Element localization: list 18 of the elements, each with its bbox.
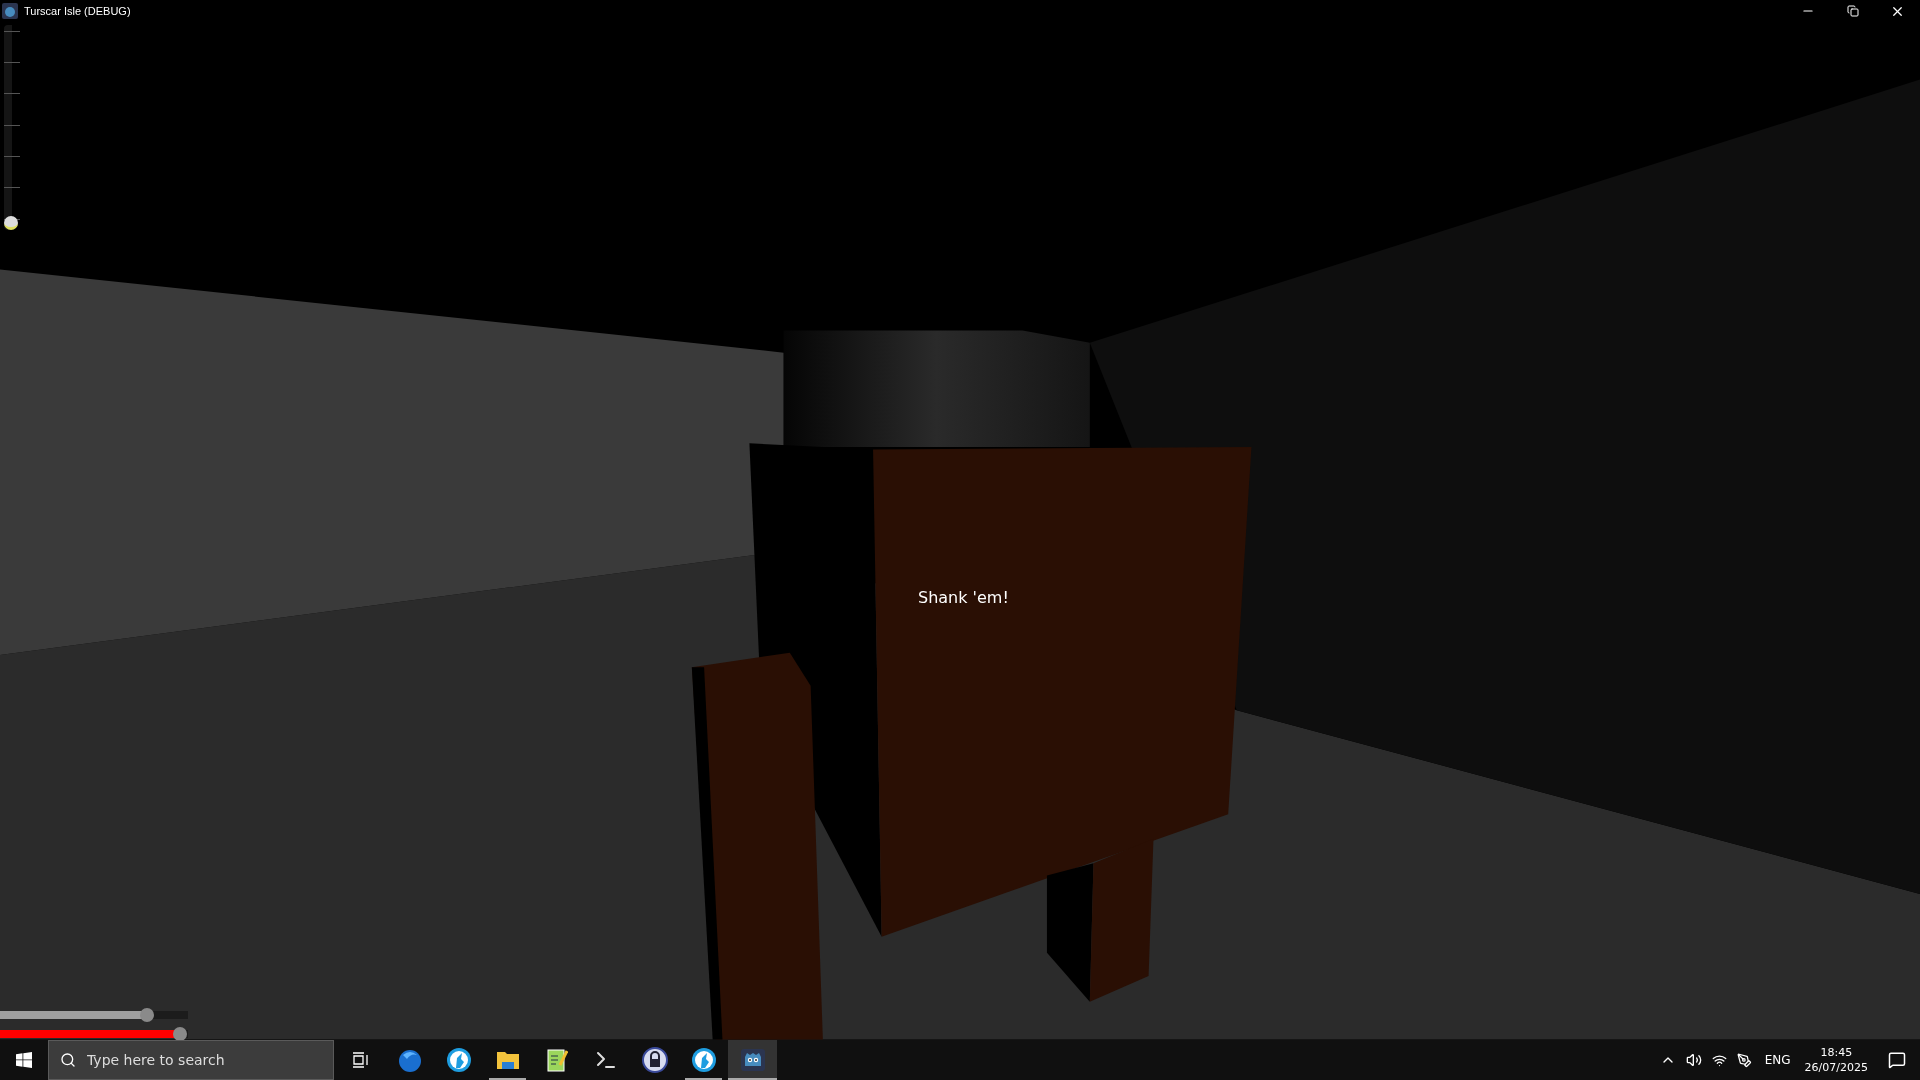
task-view-icon [351, 1052, 370, 1068]
app-icon [2, 3, 18, 19]
search-field[interactable]: Type here to search [48, 1040, 334, 1080]
robot-face-icon [740, 1049, 765, 1071]
windows-logo-icon [16, 1052, 32, 1068]
vertical-slider[interactable] [4, 25, 20, 230]
action-prompt: Shank 'em! [918, 588, 1009, 607]
slider-thumb[interactable] [4, 216, 18, 230]
slider-track[interactable] [0, 1027, 188, 1040]
language-indicator[interactable]: ENG [1764, 1053, 1791, 1067]
clock[interactable]: 18:45 26/07/2025 [1798, 1045, 1874, 1075]
lock-icon [641, 1047, 668, 1073]
slider-track[interactable] [0, 1008, 188, 1022]
search-icon [60, 1052, 76, 1068]
folder-icon [495, 1049, 520, 1071]
restore-icon [1846, 5, 1859, 17]
window-title: Turscar Isle (DEBUG) [24, 5, 132, 17]
notepad-icon [545, 1047, 568, 1073]
